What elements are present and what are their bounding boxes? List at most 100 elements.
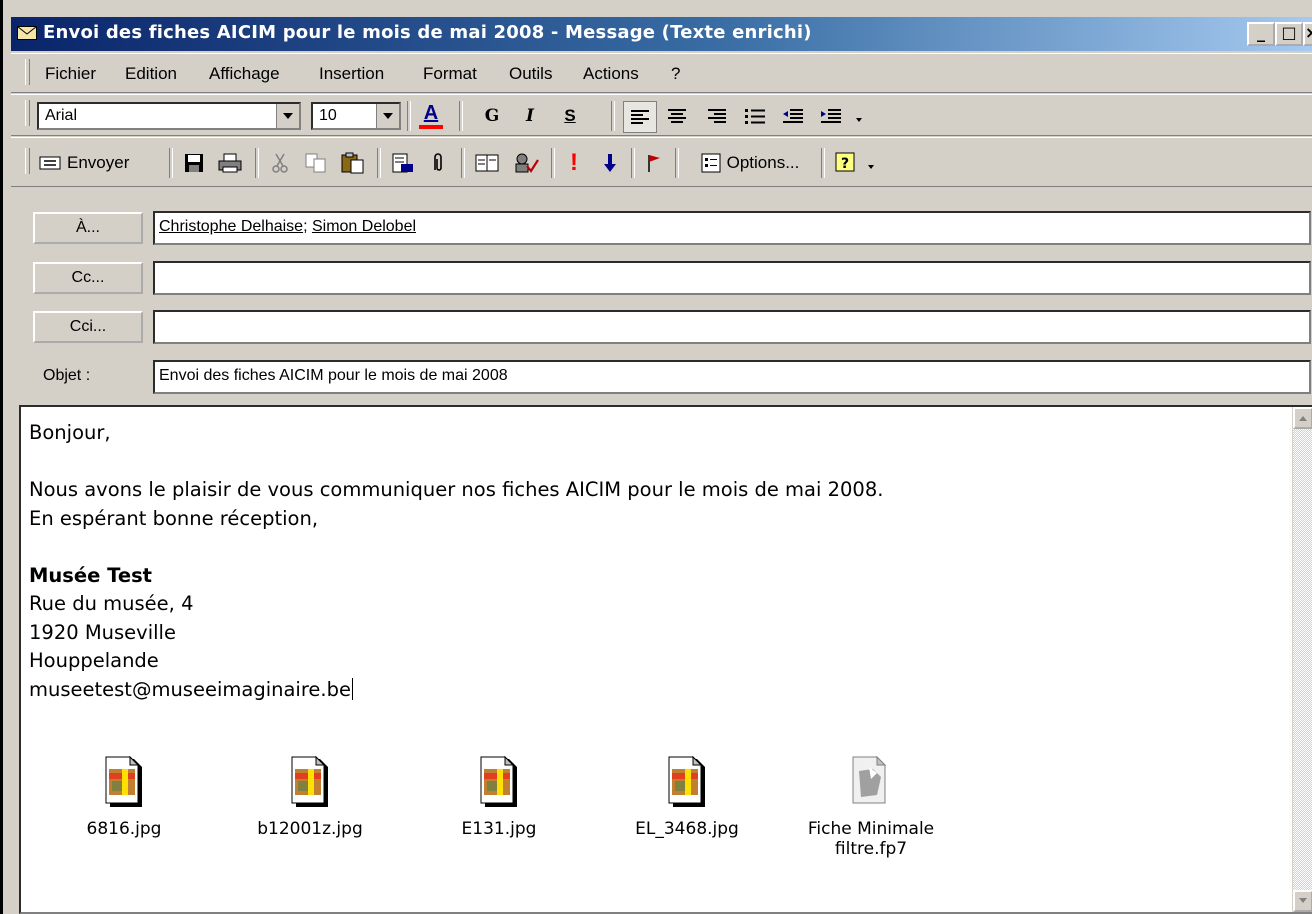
insert-file-button[interactable] — [387, 148, 419, 178]
font-size-select[interactable]: 10 — [311, 102, 401, 130]
recipient-separator: ; — [303, 218, 312, 235]
toolbar-options-button[interactable] — [851, 101, 867, 131]
align-right-button[interactable] — [701, 101, 733, 131]
attachment-item[interactable]: b12001z.jpg — [230, 755, 390, 839]
menu-affichage[interactable]: Affichage — [209, 64, 280, 84]
subject-field[interactable]: Envoi des fiches AICIM pour le mois de m… — [153, 360, 1311, 394]
generic-file-icon — [852, 755, 887, 804]
maximize-button[interactable]: □ — [1275, 22, 1303, 46]
address-book-button[interactable] — [471, 148, 503, 178]
attachment-name: 6816.jpg — [86, 819, 162, 839]
vertical-scrollbar[interactable] — [1292, 407, 1312, 912]
to-field[interactable]: Christophe Delhaise; Simon Delobel — [153, 211, 1311, 245]
chevron-down-icon — [868, 165, 874, 169]
scroll-up-button[interactable] — [1293, 407, 1312, 429]
bullet-list-icon — [745, 109, 765, 124]
help-icon: ? — [835, 152, 855, 172]
arrow-up-icon — [1299, 416, 1307, 421]
attachment-name: E131.jpg — [461, 819, 537, 839]
cut-button[interactable] — [265, 148, 295, 178]
attachment-name: Fiche Minimale — [807, 819, 935, 839]
chevron-down-icon[interactable] — [376, 104, 399, 128]
save-button[interactable] — [179, 148, 209, 178]
arrow-down-icon — [604, 154, 616, 172]
chevron-down-icon — [856, 118, 862, 122]
message-body[interactable]: Bonjour, Nous avons le plaisir de vous c… — [19, 405, 1312, 914]
send-icon — [39, 156, 61, 170]
menu-help[interactable]: ? — [671, 64, 680, 84]
copy-button[interactable] — [301, 148, 331, 178]
jpg-file-icon — [480, 755, 517, 807]
subject-label: Objet : — [43, 367, 91, 384]
attachment-item[interactable]: E131.jpg — [419, 755, 579, 839]
importance-low-button[interactable] — [597, 148, 623, 178]
options-button[interactable]: Options... — [687, 148, 813, 178]
toolbar-grip[interactable] — [25, 148, 30, 174]
attachment-name: EL_3468.jpg — [635, 819, 739, 839]
printer-icon — [218, 153, 242, 173]
menu-insertion[interactable]: Insertion — [319, 64, 384, 84]
italic-button[interactable]: I — [515, 101, 545, 131]
recipient[interactable]: Simon Delobel — [312, 218, 416, 235]
importance-high-button[interactable]: ! — [561, 148, 587, 178]
recipient[interactable]: Christophe Delhaise — [159, 218, 303, 235]
close-button[interactable]: × — [1303, 22, 1312, 46]
align-left-icon — [631, 110, 649, 124]
menu-fichier[interactable]: Fichier — [45, 64, 96, 84]
chevron-down-icon[interactable] — [276, 104, 299, 128]
signature-address: 1920 Museville — [29, 620, 176, 644]
check-names-icon — [515, 153, 539, 173]
attachment-item[interactable]: EL_3468.jpg — [607, 755, 767, 839]
align-center-icon — [668, 109, 686, 123]
print-button[interactable] — [215, 148, 245, 178]
attachment-item[interactable]: 6816.jpg — [44, 755, 204, 839]
jpg-file-icon — [105, 755, 142, 807]
address-book-icon — [475, 154, 499, 172]
font-name-select[interactable]: Arial — [37, 102, 301, 130]
to-button[interactable]: À... — [33, 212, 143, 244]
formatting-toolbar: Arial 10 A G I S — [11, 94, 1312, 136]
align-left-button[interactable] — [623, 101, 657, 133]
signature-email: museetest@museeimaginaire.be — [29, 677, 354, 701]
message-window: Envoi des fiches AICIM pour le mois de m… — [0, 0, 1312, 914]
bcc-button[interactable]: Cci... — [33, 311, 143, 343]
menu-outils[interactable]: Outils — [509, 64, 552, 84]
title-bar[interactable]: Envoi des fiches AICIM pour le mois de m… — [11, 17, 1312, 51]
toolbar-grip[interactable] — [25, 100, 30, 126]
save-icon — [185, 154, 203, 172]
menu-actions[interactable]: Actions — [583, 64, 639, 84]
increase-indent-button[interactable] — [815, 101, 847, 131]
bold-button[interactable]: G — [477, 101, 507, 131]
window-title: Envoi des fiches AICIM pour le mois de m… — [43, 22, 812, 43]
underline-button[interactable]: S — [555, 101, 585, 131]
send-button[interactable]: Envoyer — [39, 148, 159, 178]
attachment-item[interactable]: Fiche Minimale filtre.fp7 — [791, 755, 951, 859]
check-names-button[interactable] — [509, 148, 543, 178]
menu-grip[interactable] — [25, 59, 30, 85]
follow-up-flag-button[interactable] — [641, 148, 667, 178]
decrease-indent-icon — [783, 109, 803, 123]
svg-text:?: ? — [841, 156, 849, 172]
toolbar-options-button[interactable] — [863, 148, 879, 178]
font-color-swatch — [419, 125, 443, 129]
signature-name: Musée Test — [29, 563, 152, 587]
attach-button[interactable] — [425, 148, 451, 178]
bcc-field[interactable] — [153, 310, 1311, 344]
help-button[interactable]: ? — [831, 148, 861, 178]
message-text[interactable]: Bonjour, Nous avons le plaisir de vous c… — [29, 419, 883, 704]
body-line: En espérant bonne réception, — [29, 506, 319, 530]
paste-button[interactable] — [337, 148, 369, 178]
font-color-button[interactable]: A — [413, 101, 449, 131]
minimize-button[interactable]: _ — [1247, 22, 1275, 46]
bullets-button[interactable] — [739, 101, 771, 131]
align-center-button[interactable] — [661, 101, 693, 131]
cc-button[interactable]: Cc... — [33, 262, 143, 294]
scroll-down-button[interactable] — [1293, 890, 1312, 912]
menu-format[interactable]: Format — [423, 64, 477, 84]
cc-field[interactable] — [153, 261, 1311, 295]
decrease-indent-button[interactable] — [777, 101, 809, 131]
menu-edition[interactable]: Edition — [125, 64, 177, 84]
options-icon — [701, 153, 721, 173]
paste-icon — [341, 152, 364, 174]
greeting: Bonjour, — [29, 421, 111, 444]
